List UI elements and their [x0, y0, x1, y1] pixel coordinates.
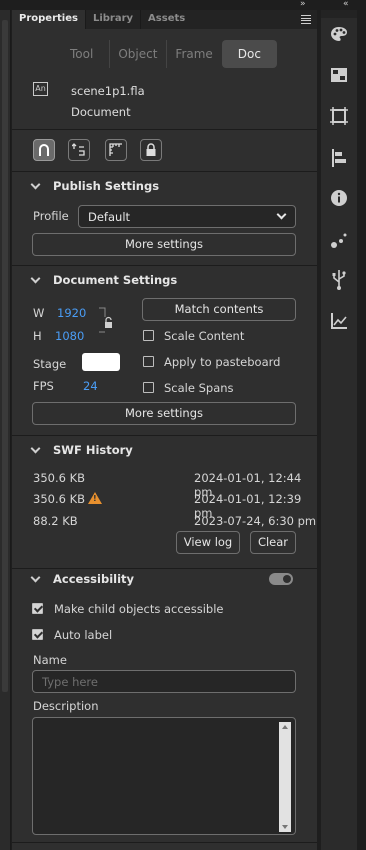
description-textarea[interactable]	[32, 717, 296, 835]
tab-assets[interactable]: Assets	[140, 10, 192, 29]
tab-library[interactable]: Library	[84, 10, 140, 29]
animate-file-icon: An	[33, 82, 48, 96]
height-value[interactable]: 1080	[55, 329, 84, 343]
apply-pasteboard-checkbox[interactable]	[143, 356, 154, 367]
publish-more-settings-button[interactable]: More settings	[32, 233, 296, 256]
properties-panel: Properties Library Assets Tool Object Fr…	[12, 10, 317, 850]
fps-value[interactable]: 24	[83, 379, 98, 393]
chevron-down-icon	[276, 209, 287, 220]
divider	[12, 265, 317, 266]
divider	[12, 842, 317, 843]
chevron-down-icon	[30, 273, 41, 284]
height-label: H	[33, 329, 42, 343]
profile-value: Default	[88, 210, 131, 224]
chevron-down-icon	[30, 179, 41, 190]
stage-label: Stage	[33, 357, 67, 371]
motion-icon[interactable]	[327, 228, 351, 252]
width-label: W	[33, 306, 45, 320]
usb-icon[interactable]	[327, 268, 351, 292]
warning-icon: !	[88, 492, 102, 504]
mode-frame-button[interactable]: Frame	[165, 40, 222, 68]
scale-content-label: Scale Content	[164, 329, 245, 343]
history-date: 2023-07-24, 6:30 pm	[194, 514, 317, 528]
stage-color-swatch[interactable]	[82, 353, 120, 371]
scale-spans-checkbox[interactable]	[143, 382, 154, 393]
tab-properties[interactable]: Properties	[12, 10, 85, 29]
mode-doc-button[interactable]: Doc	[221, 40, 277, 68]
make-child-accessible-label: Make child objects accessible	[54, 602, 224, 616]
scrollbar-thumb[interactable]	[2, 20, 8, 692]
document-info: An scene1p1.fla Document	[12, 78, 317, 130]
section-title: SWF History	[53, 443, 133, 457]
history-size: 350.6 KB	[33, 471, 86, 485]
accessibility-toggle[interactable]	[269, 573, 293, 585]
chart-icon[interactable]	[327, 309, 351, 333]
left-scroll-strip	[0, 10, 11, 850]
expand-toolbar-button[interactable]: «	[343, 0, 348, 9]
history-size: 88.2 KB	[33, 514, 78, 528]
auto-label-checkbox[interactable]	[32, 629, 43, 640]
constrain-proportions-icon[interactable]	[99, 307, 112, 333]
document-type: Document	[71, 105, 131, 119]
document-more-settings-button[interactable]: More settings	[32, 402, 296, 425]
view-log-button[interactable]: View log	[176, 531, 240, 554]
history-size: 350.6 KB	[33, 492, 86, 506]
name-label: Name	[33, 653, 67, 667]
align-left-icon[interactable]	[327, 146, 351, 170]
width-value[interactable]: 1920	[57, 306, 86, 320]
align-icon[interactable]	[327, 104, 351, 128]
fps-label: FPS	[33, 379, 54, 393]
divider	[12, 568, 317, 569]
divider	[12, 435, 317, 436]
make-child-accessible-checkbox[interactable]	[32, 603, 43, 614]
document-settings-header[interactable]: Document Settings	[12, 271, 317, 291]
divider	[12, 129, 317, 130]
rulers-icon[interactable]	[105, 139, 127, 161]
description-label: Description	[33, 699, 99, 713]
collapse-panel-button[interactable]: »	[300, 0, 305, 9]
profile-select[interactable]: Default	[78, 205, 296, 228]
panel-menu-icon[interactable]	[301, 15, 311, 24]
match-contents-button[interactable]: Match contents	[142, 298, 296, 321]
mode-object-button[interactable]: Object	[109, 40, 165, 68]
panel-tabs: Properties Library Assets	[12, 10, 317, 29]
color-palette-icon[interactable]	[327, 22, 351, 46]
chevron-down-icon	[30, 572, 41, 583]
divider	[12, 171, 317, 172]
scale-content-checkbox[interactable]	[143, 330, 154, 341]
top-strip: » «	[0, 0, 366, 10]
swf-history-header[interactable]: SWF History	[12, 441, 317, 461]
chevron-down-icon	[30, 443, 41, 454]
name-input[interactable]	[32, 670, 296, 693]
section-title: Document Settings	[53, 273, 178, 287]
edit-guides-icon[interactable]	[68, 139, 90, 161]
properties-mode-switch: Tool Object Frame Doc	[54, 40, 277, 68]
info-icon[interactable]	[327, 186, 351, 210]
section-title: Publish Settings	[53, 179, 160, 193]
apply-pasteboard-label: Apply to pasteboard	[164, 355, 281, 369]
clear-history-button[interactable]: Clear	[250, 531, 296, 554]
name-field[interactable]	[33, 671, 295, 693]
profile-label: Profile	[33, 209, 69, 223]
auto-label-label: Auto label	[54, 628, 113, 642]
document-filename: scene1p1.fla	[71, 84, 145, 98]
right-panel-toolbar	[321, 10, 357, 850]
mode-tool-button[interactable]: Tool	[54, 40, 109, 68]
scale-spans-label: Scale Spans	[164, 381, 234, 395]
publish-settings-header[interactable]: Publish Settings	[12, 177, 317, 197]
section-title: Accessibility	[53, 572, 135, 586]
textarea-scrollbar[interactable]	[279, 722, 291, 832]
swatches-icon[interactable]	[327, 63, 351, 87]
lock-icon[interactable]	[140, 139, 162, 161]
snap-to-objects-icon[interactable]	[33, 139, 55, 161]
